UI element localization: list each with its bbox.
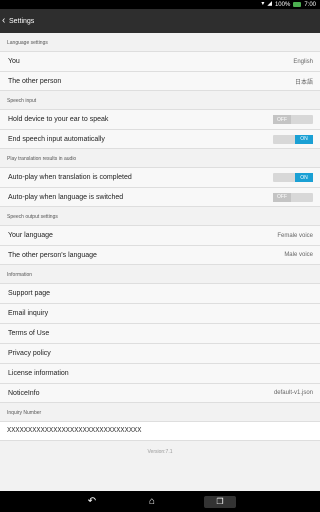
section-header-information: Information <box>7 272 33 278</box>
setting-row-notice-info[interactable]: NoticeInfo default-v1.json <box>0 383 320 403</box>
setting-value: English <box>293 58 313 65</box>
speech-input-group: Hold device to your ear to speak OFF End… <box>0 109 320 149</box>
toggle-state: OFF <box>273 115 291 124</box>
wifi-icon: ▾ <box>261 1 265 7</box>
hold-device-toggle[interactable]: OFF <box>273 115 313 124</box>
section-header-language: Language settings <box>7 40 48 46</box>
information-group: Support page Email inquiry Terms of Use … <box>0 283 320 403</box>
setting-value: Male voice <box>284 252 313 258</box>
navigation-bar: ↶ ⌂ ❐ <box>0 491 320 512</box>
setting-row-end-speech[interactable]: End speech input automatically ON <box>0 129 320 149</box>
toggle-state: ON <box>295 173 313 182</box>
setting-label: Auto-play when language is switched <box>8 193 124 201</box>
section-header-speech-input: Speech input <box>7 98 37 104</box>
setting-row-other-person[interactable]: The other person 日本語 <box>0 71 320 91</box>
section-header-speech-output: Speech output settings <box>7 214 58 220</box>
battery-icon <box>293 2 302 7</box>
setting-row-terms[interactable]: Terms of Use <box>0 323 320 343</box>
setting-label: Support page <box>8 290 51 297</box>
back-nav-icon[interactable]: ↶ <box>84 494 100 510</box>
setting-label: Email inquiry <box>8 310 49 317</box>
setting-value: default-v1.json <box>273 390 313 396</box>
setting-label: The other person <box>8 77 62 85</box>
end-speech-toggle[interactable]: ON <box>273 134 313 144</box>
autoplay-completed-toggle[interactable]: ON <box>273 173 313 182</box>
setting-row-autoplay-switched[interactable]: Auto-play when language is switched OFF <box>0 187 320 207</box>
settings-list: Language settings You English The other … <box>0 33 320 491</box>
setting-row-privacy[interactable]: Privacy policy <box>0 343 320 363</box>
signal-icon: ◢ <box>267 1 272 7</box>
inquiry-number: XXXXXXXXXXXXXXXXXXXXXXXXXXXXXXXX <box>0 421 320 441</box>
section-header-inquiry: Inquiry Number <box>7 410 42 416</box>
language-group: You English The other person 日本語 <box>0 51 320 91</box>
setting-row-autoplay-completed[interactable]: Auto-play when translation is completed … <box>0 167 320 187</box>
setting-label: License information <box>8 370 69 377</box>
battery-percent: 100% <box>274 1 291 8</box>
section-header-play-translation: Play translation results in audio <box>7 156 77 162</box>
setting-row-hold-device[interactable]: Hold device to your ear to speak OFF <box>0 109 320 129</box>
status-bar: ▾ ◢ 100% 7:00 <box>0 0 320 9</box>
setting-row-you[interactable]: You English <box>0 51 320 71</box>
recent-apps-button[interactable]: ❐ <box>204 495 236 508</box>
setting-label: Your language <box>8 232 53 239</box>
version-label: Version:7.1 <box>147 449 173 455</box>
autoplay-switched-toggle[interactable]: OFF <box>273 192 313 202</box>
setting-value: Female voice <box>277 232 313 239</box>
home-nav-icon[interactable]: ⌂ <box>144 494 160 510</box>
toggle-state: OFF <box>273 192 291 202</box>
play-translation-group: Auto-play when translation is completed … <box>0 167 320 207</box>
setting-label: Hold device to your ear to speak <box>8 116 109 123</box>
recent-apps-icon: ❐ <box>216 497 224 506</box>
setting-label: Privacy policy <box>8 350 51 357</box>
setting-label: Auto-play when translation is completed <box>8 174 132 181</box>
speech-output-group: Your language Female voice The other per… <box>0 225 320 265</box>
setting-label: Terms of Use <box>8 330 50 337</box>
setting-row-your-language[interactable]: Your language Female voice <box>0 225 320 245</box>
setting-label: End speech input automatically <box>8 135 105 143</box>
setting-label: NoticeInfo <box>8 389 40 397</box>
back-chevron-icon[interactable]: ‹ <box>2 9 8 33</box>
app-bar: ‹ Settings <box>0 9 320 33</box>
toggle-state: ON <box>295 134 313 144</box>
setting-row-license[interactable]: License information <box>0 363 320 383</box>
clock: 7:00 <box>304 1 316 8</box>
setting-value: 日本語 <box>294 79 313 86</box>
setting-label: You <box>8 58 20 65</box>
setting-row-other-language[interactable]: The other person's language Male voice <box>0 245 320 265</box>
setting-row-email-inquiry[interactable]: Email inquiry <box>0 303 320 323</box>
setting-label: The other person's language <box>8 251 97 259</box>
page-title: Settings <box>9 17 35 25</box>
setting-row-support-page[interactable]: Support page <box>0 283 320 303</box>
